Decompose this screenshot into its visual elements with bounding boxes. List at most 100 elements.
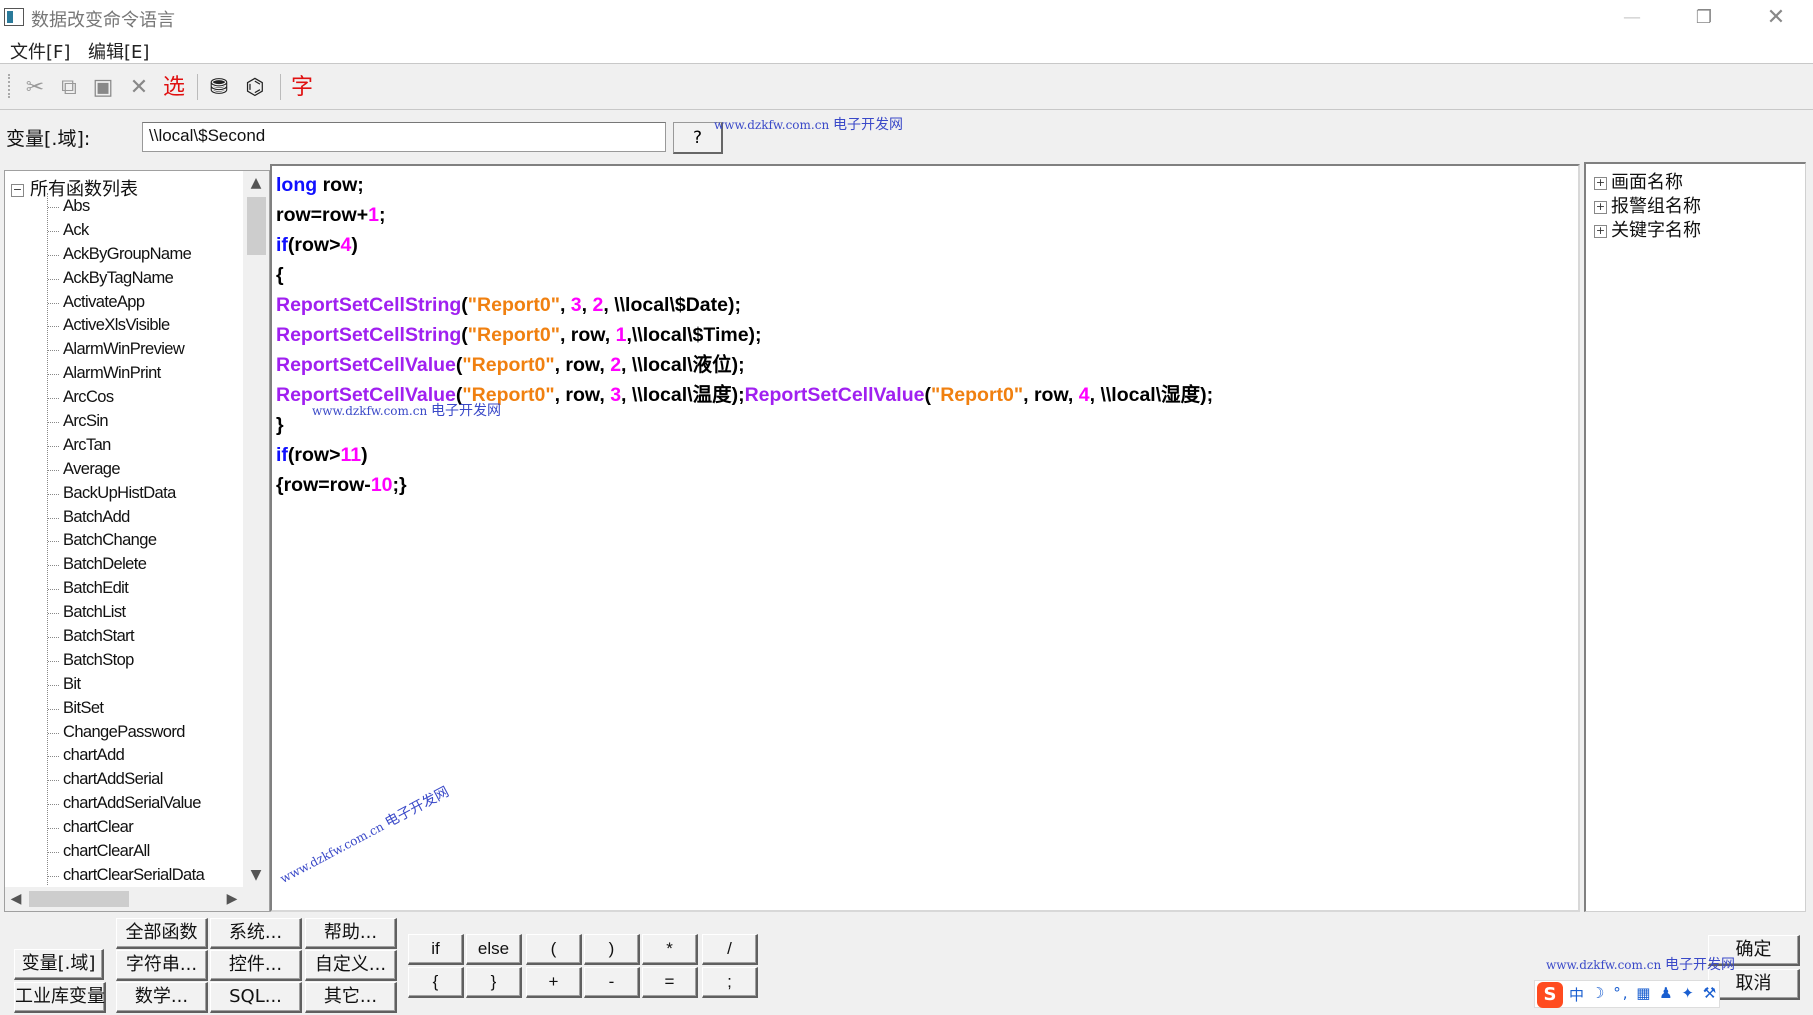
code-string: "Report0"	[467, 294, 560, 316]
cut-icon[interactable]: ✂	[22, 74, 48, 102]
all-functions-button[interactable]: 全部函数	[116, 918, 208, 949]
symbol-semicolon-button[interactable]: ;	[702, 967, 758, 998]
symbol-divide-button[interactable]: /	[702, 934, 758, 965]
system-functions-button[interactable]: 系统...	[210, 918, 302, 949]
symbol-minus-button[interactable]: -	[584, 967, 640, 998]
function-list-item[interactable]: BatchAdd	[5, 506, 204, 530]
ime-mode-label[interactable]: 中	[1569, 984, 1584, 1005]
vertical-scrollbar[interactable]: ▲ ▼	[243, 171, 269, 887]
function-list-item[interactable]: Ack	[5, 219, 204, 243]
variable-label: 变量[.域]:	[6, 128, 91, 150]
maximize-button[interactable]: ❐	[1684, 4, 1724, 32]
scroll-left-icon[interactable]: ◀	[5, 887, 27, 911]
scroll-right-icon[interactable]: ▶	[221, 887, 243, 911]
symbol-lbrace-button[interactable]: {	[408, 967, 464, 998]
function-list-item[interactable]: BatchStop	[5, 649, 204, 673]
horizontal-scrollbar[interactable]: ◀ ▶	[5, 887, 243, 911]
function-list-item[interactable]: chartAddSerialValue	[5, 792, 204, 816]
select-button[interactable]: 选	[160, 74, 188, 102]
tag-variable-button[interactable]: 工业库变量	[14, 982, 106, 1013]
code-editor[interactable]: long row; row=row+1; if(row>4) { ReportS…	[270, 164, 1580, 912]
function-list-item[interactable]: BackUpHistData	[5, 482, 204, 506]
function-list: Abs Ack AckByGroupName AckByTagName Activate…	[5, 195, 205, 887]
code-text-span: , \\local\$Date);	[603, 294, 741, 316]
symbol-else-button[interactable]: else	[466, 934, 522, 965]
function-list-item[interactable]: BitSet	[5, 697, 204, 721]
function-list-item[interactable]: BatchDelete	[5, 553, 204, 577]
scroll-up-icon[interactable]: ▲	[243, 171, 269, 195]
ime-logo-icon[interactable]: S	[1537, 982, 1563, 1008]
binoculars-icon[interactable]: ⛃	[205, 74, 233, 102]
code-line: {	[276, 264, 284, 286]
function-list-item[interactable]: chartAdd	[5, 744, 204, 768]
tree-item-alarm-groups[interactable]: + 报警组名称	[1594, 192, 1701, 218]
function-list-item[interactable]: BatchChange	[5, 529, 204, 553]
scroll-corner	[243, 887, 269, 911]
delete-icon[interactable]: ✕	[126, 74, 152, 102]
sql-functions-button[interactable]: SQL...	[210, 982, 302, 1013]
expand-icon[interactable]: +	[1594, 177, 1607, 190]
help-button[interactable]: 帮助...	[305, 918, 397, 949]
copy-icon[interactable]: ⧉	[56, 74, 82, 102]
ime-toolbar[interactable]: S 中 ☽ °, ▦ ♟ ✦ ⚒	[1534, 980, 1720, 1008]
function-list-item[interactable]: AlarmWinPrint	[5, 362, 204, 386]
function-list-item[interactable]: ArcCos	[5, 386, 204, 410]
variable-field-button[interactable]: 变量[.域]	[14, 949, 104, 980]
paste-icon[interactable]: ▣	[90, 74, 116, 102]
toolbar-grip[interactable]	[8, 74, 11, 98]
symbol-rparen-button[interactable]: )	[584, 934, 640, 965]
menu-divider	[0, 63, 1813, 64]
symbol-plus-button[interactable]: +	[526, 967, 582, 998]
symbol-equals-button[interactable]: =	[642, 967, 698, 998]
function-list-item[interactable]: Average	[5, 458, 204, 482]
replace-icon[interactable]: ⌬	[240, 74, 270, 102]
custom-functions-button[interactable]: 自定义...	[305, 950, 397, 981]
symbol-rbrace-button[interactable]: }	[466, 967, 522, 998]
function-list-item[interactable]: ActivateApp	[5, 291, 204, 315]
ime-tool-icons[interactable]: ☽ °, ▦ ♟ ✦ ⚒	[1591, 984, 1718, 1002]
function-list-item[interactable]: chartClear	[5, 816, 204, 840]
math-functions-button[interactable]: 数学...	[116, 982, 208, 1013]
code-line: ReportSetCellString("Report0", row, 1,\\…	[276, 320, 1213, 350]
function-list-item[interactable]: BatchEdit	[5, 577, 204, 601]
scroll-down-icon[interactable]: ▼	[243, 863, 269, 887]
function-list-item[interactable]: chartClearSerialData	[5, 864, 205, 887]
scroll-thumb-horizontal[interactable]	[29, 891, 129, 907]
font-button[interactable]: 字	[288, 74, 316, 102]
expand-icon[interactable]: +	[1594, 225, 1607, 238]
other-functions-button[interactable]: 其它...	[305, 982, 397, 1013]
code-text[interactable]: long row; row=row+1; if(row>4) { ReportS…	[276, 170, 1213, 500]
code-text-span: (row>	[287, 234, 341, 256]
function-list-item[interactable]: AlarmWinPreview	[5, 338, 204, 362]
minimize-button[interactable]: —	[1612, 4, 1652, 32]
function-list-item[interactable]: Bit	[5, 673, 204, 697]
symbol-multiply-button[interactable]: *	[642, 934, 698, 965]
function-list-item[interactable]: AckByTagName	[5, 267, 204, 291]
control-functions-button[interactable]: 控件...	[210, 950, 302, 981]
function-list-item[interactable]: ArcTan	[5, 434, 204, 458]
function-list-item[interactable]: chartClearAll	[5, 840, 204, 864]
variable-input[interactable]: \\local\$Second	[142, 122, 666, 152]
function-list-item[interactable]: ChangePassword	[5, 721, 204, 745]
symbol-lparen-button[interactable]: (	[526, 934, 582, 965]
function-list-item[interactable]: Abs	[5, 195, 204, 219]
toolbar-separator	[197, 74, 198, 100]
function-list-item[interactable]: chartAddSerial	[5, 768, 204, 792]
scroll-thumb[interactable]	[247, 197, 266, 255]
code-text-span: row;	[317, 174, 364, 196]
code-keyword: long	[276, 174, 318, 196]
symbol-if-button[interactable]: if	[408, 934, 464, 965]
menu-edit[interactable]: 编辑[E]	[88, 38, 149, 64]
function-list-item[interactable]: ArcSin	[5, 410, 204, 434]
tree-item-screen-names[interactable]: + 画面名称	[1594, 168, 1683, 194]
menu-file[interactable]: 文件[F]	[10, 38, 70, 64]
function-list-item[interactable]: BatchList	[5, 601, 204, 625]
expand-icon[interactable]: +	[1594, 201, 1607, 214]
function-list-item[interactable]: BatchStart	[5, 625, 204, 649]
close-button[interactable]: ✕	[1756, 4, 1796, 32]
tree-item-keywords[interactable]: + 关键字名称	[1594, 216, 1701, 242]
function-tree[interactable]: − 所有函数列表 Abs Ack AckByGroupName AckByTagName…	[5, 171, 243, 887]
function-list-item[interactable]: AckByGroupName	[5, 243, 204, 267]
string-functions-button[interactable]: 字符串...	[116, 950, 208, 981]
function-list-item[interactable]: ActiveXlsVisible	[5, 314, 204, 338]
